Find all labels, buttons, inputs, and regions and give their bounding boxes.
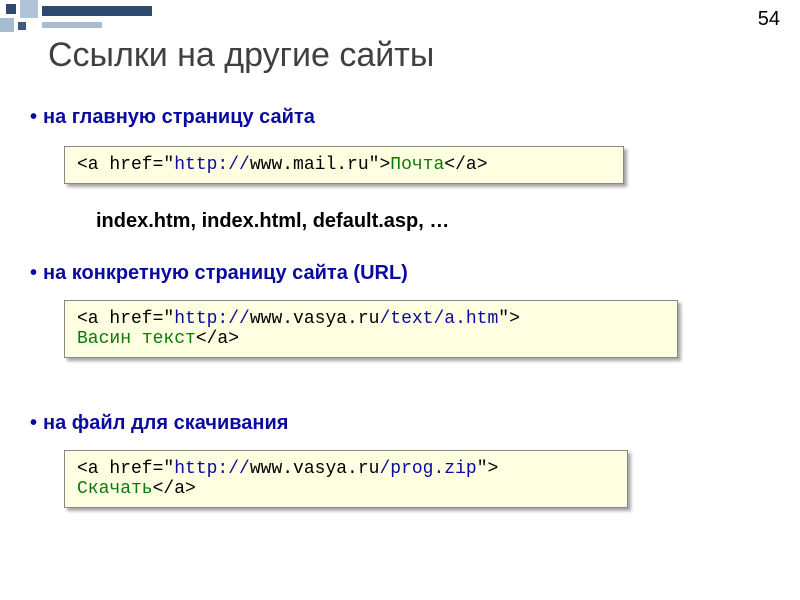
- bullet-dot-icon: •: [30, 262, 37, 285]
- code-part: <a href=": [77, 309, 174, 329]
- slide-decoration: [0, 0, 160, 40]
- code-part: <a href=": [77, 459, 174, 479]
- slide-title: Ссылки на другие сайты: [48, 36, 434, 75]
- page-number: 54: [758, 8, 780, 31]
- code-end: </a>: [153, 479, 196, 499]
- code-end: </a>: [444, 155, 487, 175]
- code-end: </a>: [196, 329, 239, 349]
- code-host: www.vasya.ru: [250, 309, 380, 329]
- code-example-url: <a href="http://www.vasya.ru/text/a.htm"…: [64, 300, 678, 358]
- code-part: ">: [369, 155, 391, 175]
- code-part: <a href=": [77, 155, 174, 175]
- code-linktext: Васин текст: [77, 329, 196, 349]
- code-url: www.mail.ru: [250, 155, 369, 175]
- bullet-dot-icon: •: [30, 412, 37, 435]
- code-protocol: http://: [174, 459, 250, 479]
- code-protocol: http://: [174, 309, 250, 329]
- code-path: /text/a.htm: [379, 309, 498, 329]
- bullet-text: на файл для скачивания: [43, 412, 288, 434]
- code-path: /prog.zip: [379, 459, 476, 479]
- bullet-main-page: • на главную страницу сайта: [30, 106, 315, 129]
- code-linktext: Почта: [390, 155, 444, 175]
- code-protocol: http://: [174, 155, 250, 175]
- code-part: ">: [498, 309, 520, 329]
- bullet-specific-page: • на конкретную страницу сайта (URL): [30, 262, 408, 285]
- index-note: index.htm, index.html, default.asp, …: [96, 210, 449, 233]
- code-host: www.vasya.ru: [250, 459, 380, 479]
- code-example-mainpage: <a href="http://www.mail.ru">Почта</a>: [64, 146, 624, 184]
- bullet-download-file: • на файл для скачивания: [30, 412, 288, 435]
- code-part: ">: [477, 459, 499, 479]
- bullet-text: на главную страницу сайта: [43, 106, 315, 128]
- bullet-text: на конкретную страницу сайта (URL): [43, 262, 408, 284]
- code-example-download: <a href="http://www.vasya.ru/prog.zip"> …: [64, 450, 628, 508]
- bullet-dot-icon: •: [30, 106, 37, 129]
- code-linktext: Скачать: [77, 479, 153, 499]
